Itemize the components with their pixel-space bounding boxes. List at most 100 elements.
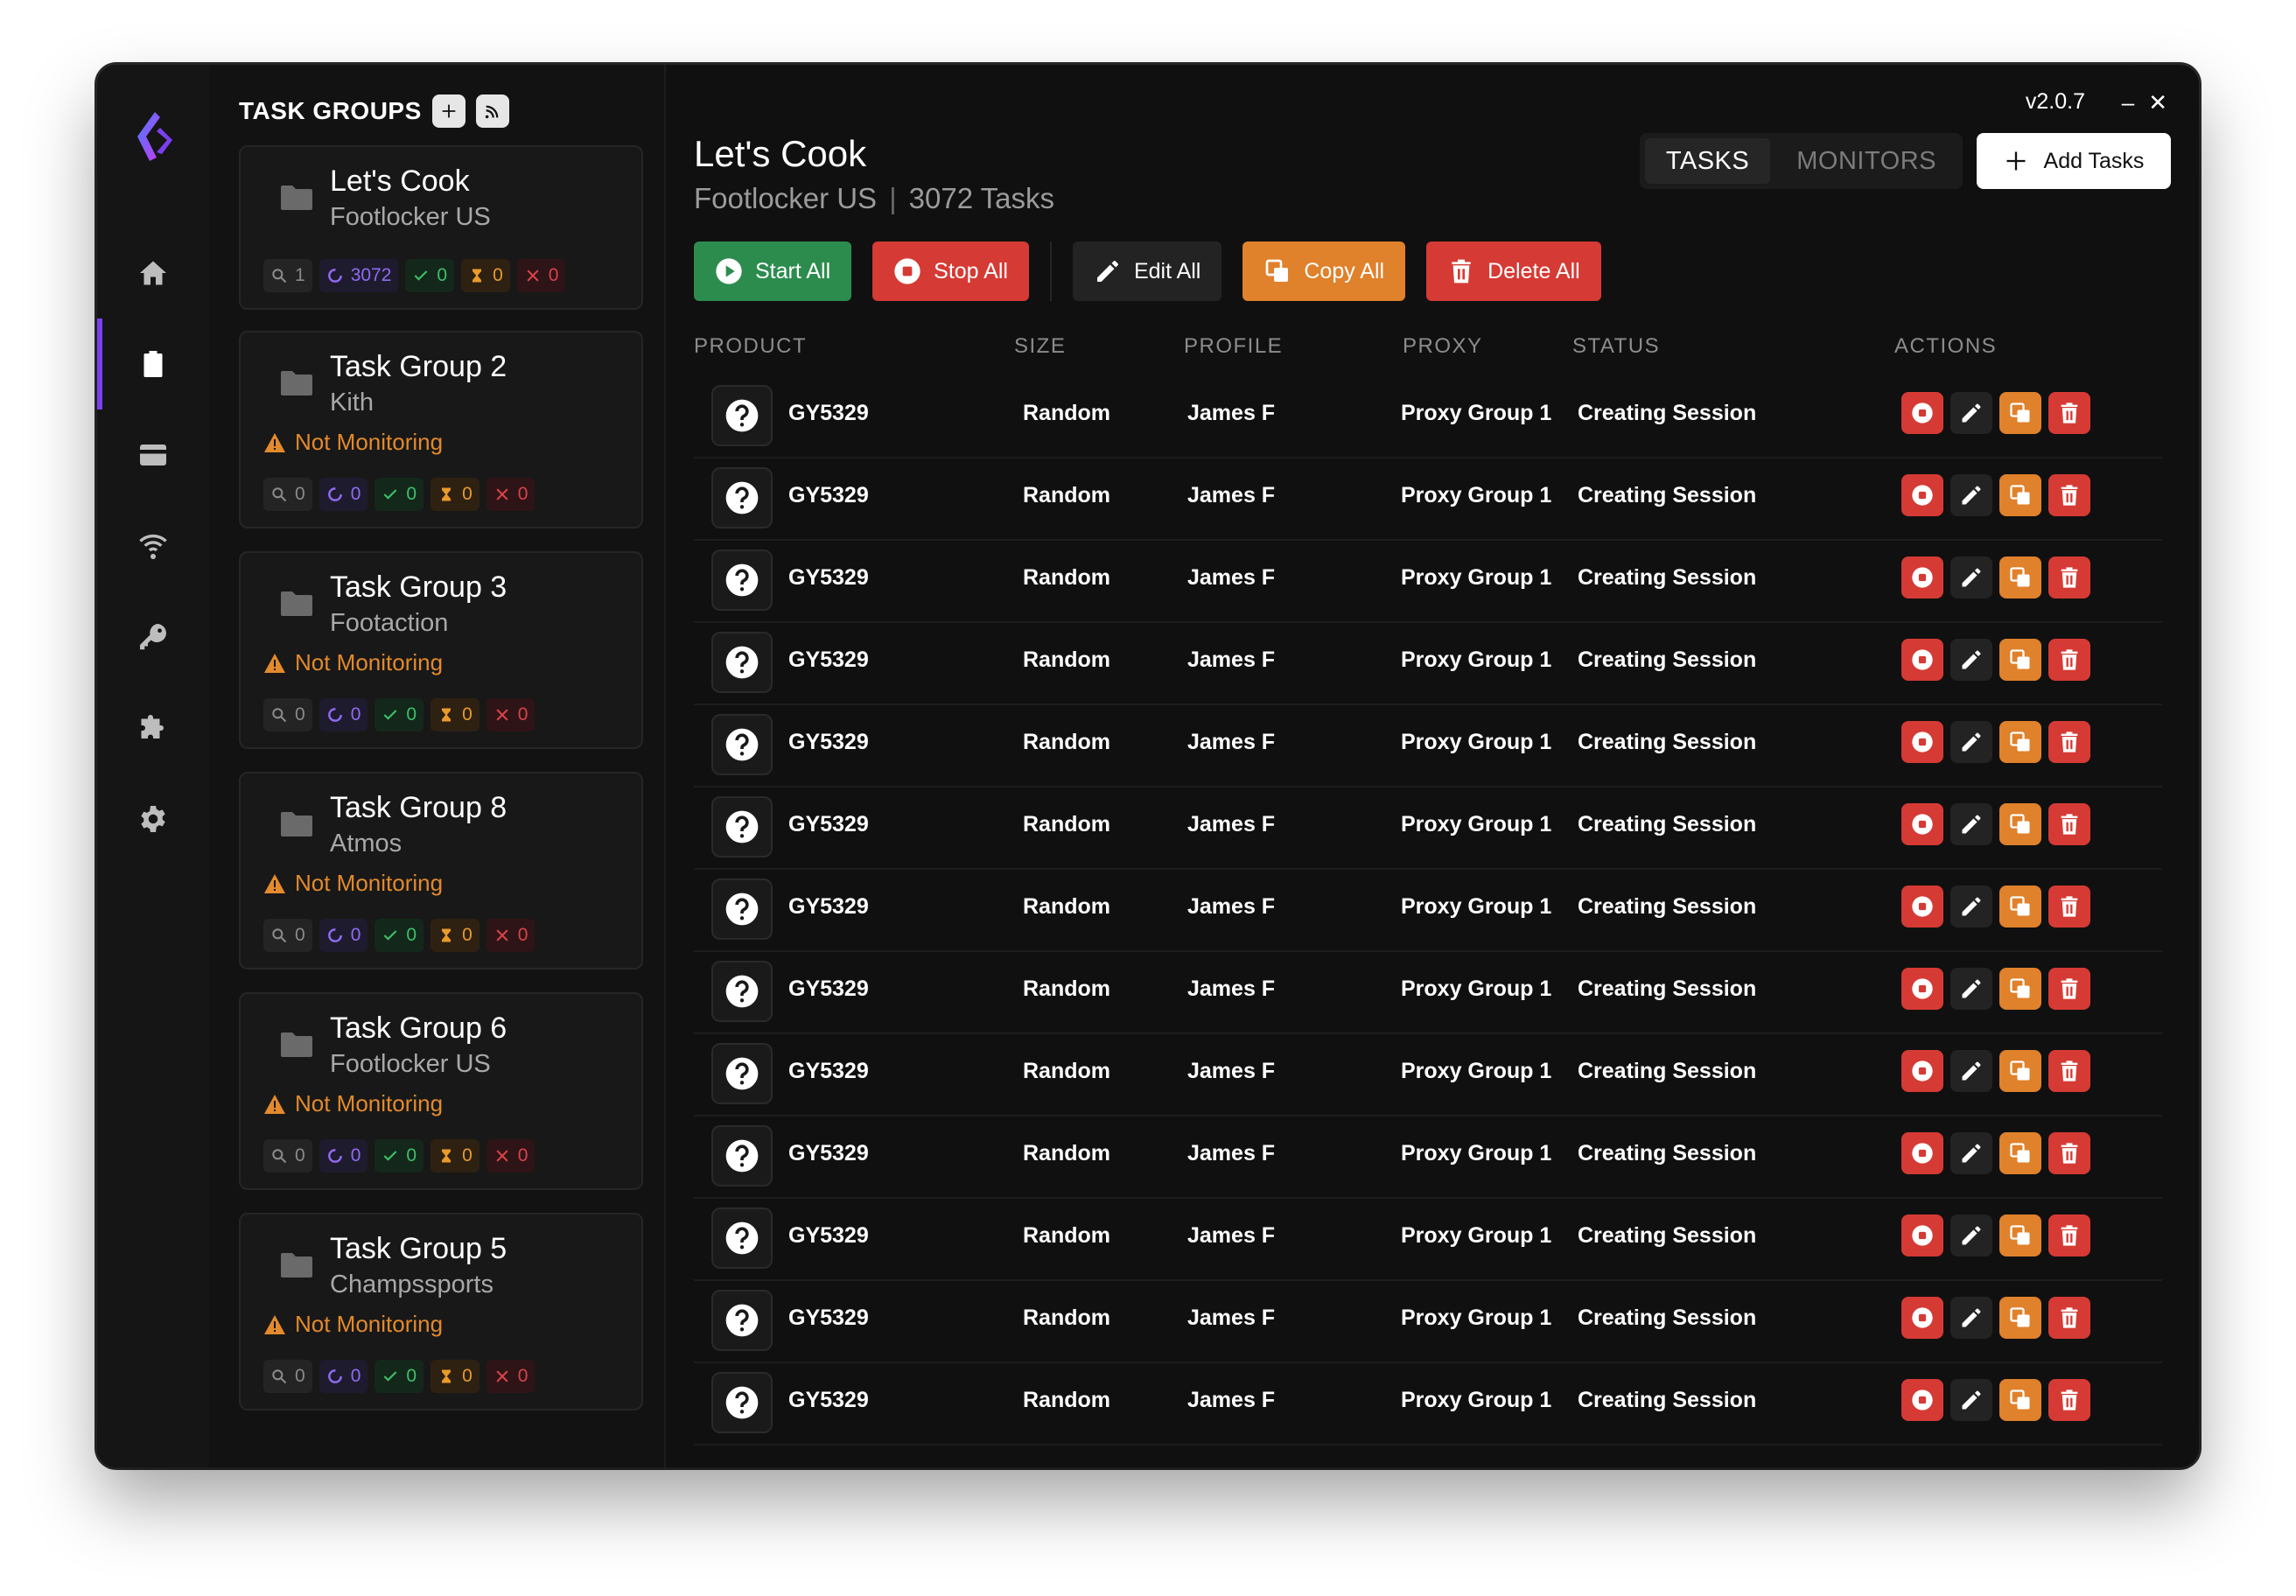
edit-task-button[interactable] bbox=[1950, 556, 1992, 598]
add-tasks-button[interactable]: Add Tasks bbox=[1977, 133, 2171, 189]
nav-profiles[interactable] bbox=[97, 410, 209, 500]
delete-all-button[interactable]: Delete All bbox=[1426, 242, 1601, 301]
table-row[interactable]: GY5329 Random James F Proxy Group 1 Creating… bbox=[694, 1034, 2162, 1116]
stop-task-button[interactable] bbox=[1901, 1214, 1943, 1256]
stop-task-button[interactable] bbox=[1901, 1297, 1943, 1339]
col-size[interactable]: SIZE bbox=[1014, 334, 1066, 359]
col-status[interactable]: STATUS bbox=[1572, 334, 1660, 359]
minimize-button[interactable]: – bbox=[2122, 89, 2134, 116]
table-row[interactable]: GY5329 Random James F Proxy Group 1 Creating… bbox=[694, 705, 2162, 788]
group-stats: 1 3072 0 0 0 bbox=[263, 259, 566, 292]
col-profile[interactable]: PROFILE bbox=[1184, 334, 1283, 359]
add-group-button[interactable] bbox=[431, 94, 466, 128]
stop-task-button[interactable] bbox=[1901, 968, 1943, 1010]
stop-task-button[interactable] bbox=[1901, 556, 1943, 598]
copy-task-button[interactable] bbox=[1999, 1050, 2041, 1092]
feed-button[interactable] bbox=[475, 94, 509, 128]
edit-task-button[interactable] bbox=[1950, 886, 1992, 928]
copy-task-button[interactable] bbox=[1999, 1132, 2041, 1174]
col-product[interactable]: PRODUCT bbox=[694, 334, 807, 359]
delete-task-button[interactable] bbox=[2048, 1132, 2090, 1174]
edit-task-button[interactable] bbox=[1950, 474, 1992, 516]
nav-proxies[interactable] bbox=[97, 500, 209, 592]
delete-task-button[interactable] bbox=[2048, 1379, 2090, 1421]
nav-extensions[interactable] bbox=[97, 682, 209, 774]
copy-task-button[interactable] bbox=[1999, 803, 2041, 845]
task-group-card[interactable]: Let's Cook Footlocker US 1 3072 0 0 0 bbox=[239, 145, 643, 310]
task-group-card[interactable]: Task Group 8 Atmos Not Monitoring 0 0 0 … bbox=[239, 772, 643, 970]
table-row[interactable]: GY5329 Random James F Proxy Group 1 Creating… bbox=[694, 788, 2162, 870]
table-row[interactable]: GY5329 Random James F Proxy Group 1 Creating… bbox=[694, 870, 2162, 952]
copy-task-button[interactable] bbox=[1999, 886, 2041, 928]
edit-task-button[interactable] bbox=[1950, 1297, 1992, 1339]
close-button[interactable]: ✕ bbox=[2148, 89, 2167, 116]
delete-task-button[interactable] bbox=[2048, 474, 2090, 516]
copy-task-button[interactable] bbox=[1999, 721, 2041, 763]
stop-task-button[interactable] bbox=[1901, 392, 1943, 434]
delete-task-button[interactable] bbox=[2048, 803, 2090, 845]
copy-task-button[interactable] bbox=[1999, 1214, 2041, 1256]
delete-task-button[interactable] bbox=[2048, 639, 2090, 681]
delete-task-button[interactable] bbox=[2048, 1214, 2090, 1256]
table-row[interactable]: GY5329 Random James F Proxy Group 1 Creating… bbox=[694, 376, 2162, 458]
tab-tasks[interactable]: TASKS bbox=[1644, 138, 1771, 184]
stop-task-button[interactable] bbox=[1901, 1379, 1943, 1421]
start-all-button[interactable]: Start All bbox=[694, 242, 852, 301]
edit-task-button[interactable] bbox=[1950, 803, 1992, 845]
stop-all-button[interactable]: Stop All bbox=[872, 242, 1029, 301]
edit-all-button[interactable]: Edit All bbox=[1072, 242, 1222, 301]
stop-task-button[interactable] bbox=[1901, 1050, 1943, 1092]
stop-task-button[interactable] bbox=[1901, 721, 1943, 763]
copy-task-button[interactable] bbox=[1999, 556, 2041, 598]
copy-task-button[interactable] bbox=[1999, 392, 2041, 434]
copy-task-button[interactable] bbox=[1999, 1379, 2041, 1421]
nav-settings[interactable] bbox=[97, 774, 209, 864]
copy-task-button[interactable] bbox=[1999, 1297, 2041, 1339]
tab-monitors[interactable]: MONITORS bbox=[1775, 138, 1957, 184]
edit-task-button[interactable] bbox=[1950, 639, 1992, 681]
cell-proxy: Proxy Group 1 bbox=[1401, 401, 1552, 425]
play-icon bbox=[716, 258, 742, 284]
delete-task-button[interactable] bbox=[2048, 1297, 2090, 1339]
edit-task-button[interactable] bbox=[1950, 721, 1992, 763]
task-group-card[interactable]: Task Group 2 Kith Not Monitoring 0 0 0 0… bbox=[239, 331, 643, 528]
nav-home[interactable] bbox=[97, 228, 209, 318]
stop-task-button[interactable] bbox=[1901, 803, 1943, 845]
edit-task-button[interactable] bbox=[1950, 1132, 1992, 1174]
table-row[interactable]: GY5329 Random James F Proxy Group 1 Creating… bbox=[694, 623, 2162, 705]
stop-task-button[interactable] bbox=[1901, 1132, 1943, 1174]
stat-success: 0 bbox=[374, 919, 424, 952]
table-row[interactable]: GY5329 Random James F Proxy Group 1 Creating… bbox=[694, 541, 2162, 623]
nav-accounts[interactable] bbox=[97, 592, 209, 682]
edit-task-button[interactable] bbox=[1950, 1214, 1992, 1256]
copy-task-button[interactable] bbox=[1999, 639, 2041, 681]
stop-task-button[interactable] bbox=[1901, 886, 1943, 928]
copy-task-button[interactable] bbox=[1999, 474, 2041, 516]
cell-profile: James F bbox=[1187, 894, 1276, 919]
stop-task-button[interactable] bbox=[1901, 474, 1943, 516]
delete-task-button[interactable] bbox=[2048, 721, 2090, 763]
col-proxy[interactable]: PROXY bbox=[1403, 334, 1483, 359]
edit-task-button[interactable] bbox=[1950, 1050, 1992, 1092]
table-row[interactable]: GY5329 Random James F Proxy Group 1 Creating… bbox=[694, 1281, 2162, 1363]
task-group-card[interactable]: Task Group 3 Footaction Not Monitoring 0… bbox=[239, 551, 643, 749]
task-group-card[interactable]: Task Group 6 Footlocker US Not Monitorin… bbox=[239, 992, 643, 1190]
table-row[interactable]: GY5329 Random James F Proxy Group 1 Creating… bbox=[694, 1199, 2162, 1281]
table-row[interactable]: GY5329 Random James F Proxy Group 1 Creating… bbox=[694, 952, 2162, 1034]
edit-task-button[interactable] bbox=[1950, 968, 1992, 1010]
task-group-card[interactable]: Task Group 5 Champssports Not Monitoring… bbox=[239, 1213, 643, 1410]
stop-task-button[interactable] bbox=[1901, 639, 1943, 681]
delete-task-button[interactable] bbox=[2048, 1050, 2090, 1092]
edit-task-button[interactable] bbox=[1950, 1379, 1992, 1421]
delete-task-button[interactable] bbox=[2048, 886, 2090, 928]
edit-task-button[interactable] bbox=[1950, 392, 1992, 434]
table-row[interactable]: GY5329 Random James F Proxy Group 1 Creating… bbox=[694, 1116, 2162, 1199]
nav-tasks[interactable] bbox=[97, 318, 209, 410]
delete-task-button[interactable] bbox=[2048, 556, 2090, 598]
delete-task-button[interactable] bbox=[2048, 392, 2090, 434]
table-row[interactable]: GY5329 Random James F Proxy Group 1 Creating… bbox=[694, 1363, 2162, 1446]
copy-task-button[interactable] bbox=[1999, 968, 2041, 1010]
delete-task-button[interactable] bbox=[2048, 968, 2090, 1010]
table-row[interactable]: GY5329 Random James F Proxy Group 1 Creating… bbox=[694, 458, 2162, 541]
copy-all-button[interactable]: Copy All bbox=[1242, 242, 1406, 301]
